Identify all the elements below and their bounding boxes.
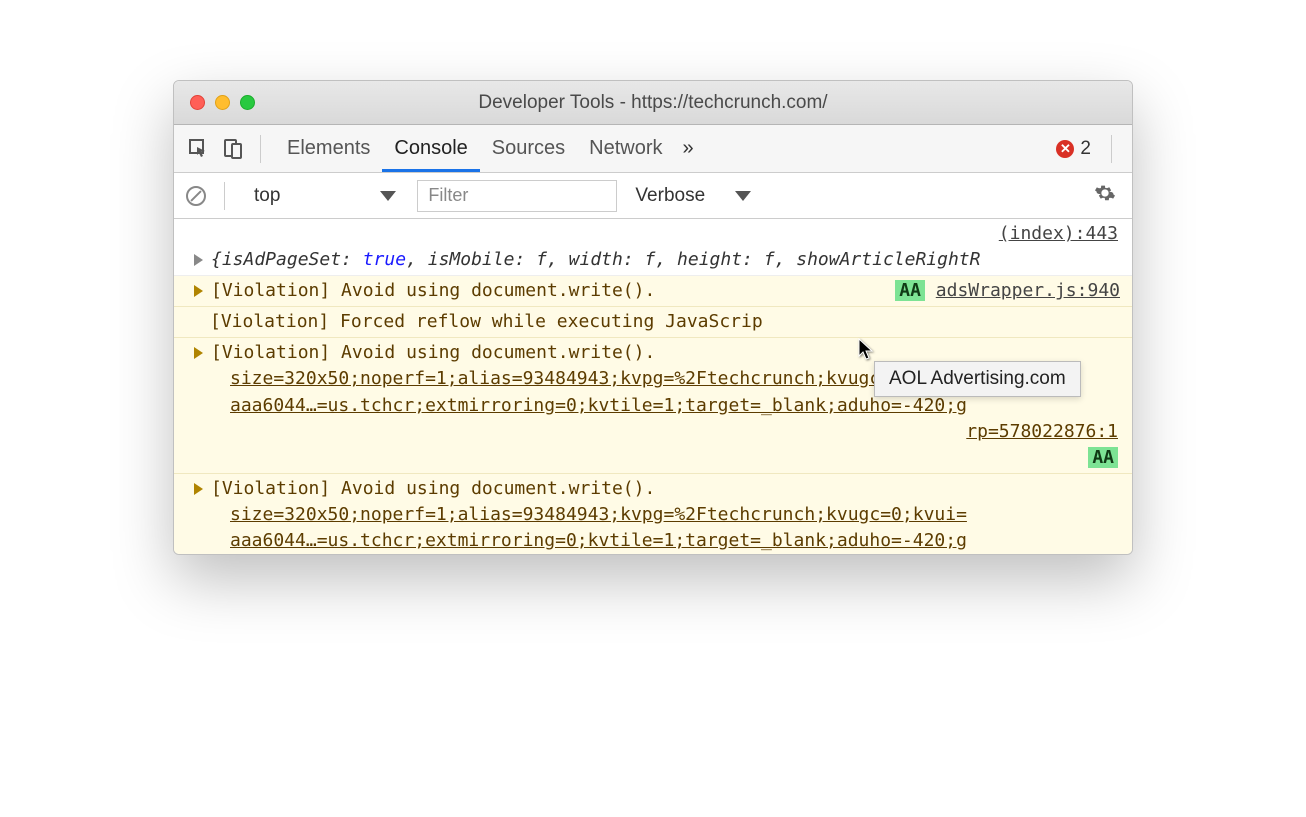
error-indicator[interactable]: ✕ 2 bbox=[1056, 138, 1097, 160]
log-level-value: Verbose bbox=[635, 185, 705, 207]
source-link[interactable]: aaa6044…=us.tchcr;extmirroring=0;kvtile=… bbox=[230, 395, 967, 416]
source-link[interactable]: adsWrapper.js:940 bbox=[936, 280, 1120, 301]
filter-input[interactable] bbox=[417, 180, 617, 212]
chevron-down-icon bbox=[735, 191, 751, 201]
console-row: [Violation] Forced reflow while executin… bbox=[174, 307, 1132, 338]
source-link[interactable]: aaa6044…=us.tchcr;extmirroring=0;kvtile=… bbox=[230, 530, 967, 551]
tabs-overflow-icon[interactable]: » bbox=[675, 137, 702, 160]
context-value: top bbox=[254, 185, 280, 207]
log-level-selector[interactable]: Verbose bbox=[627, 182, 759, 210]
inspect-icon[interactable] bbox=[186, 136, 212, 162]
log-message: [Violation] Avoid using document.write()… bbox=[211, 280, 655, 301]
source-link[interactable]: (index):443 bbox=[999, 223, 1118, 244]
tabbar: Elements Console Sources Network » ✕ 2 bbox=[174, 125, 1132, 173]
window-title: Developer Tools - https://techcrunch.com… bbox=[174, 92, 1132, 114]
attribution-badge[interactable]: AA bbox=[895, 280, 925, 301]
tab-network[interactable]: Network bbox=[577, 125, 674, 172]
disclosure-triangle-icon[interactable] bbox=[194, 347, 203, 359]
zoom-icon[interactable] bbox=[240, 95, 255, 110]
log-message: [Violation] Avoid using document.write()… bbox=[211, 478, 655, 499]
error-count: 2 bbox=[1080, 138, 1091, 160]
tab-sources[interactable]: Sources bbox=[480, 125, 577, 172]
source-link[interactable]: size=320x50;noperf=1;alias=93484943;kvpg… bbox=[230, 368, 967, 389]
source-link[interactable]: size=320x50;noperf=1;alias=93484943;kvpg… bbox=[230, 504, 967, 525]
disclosure-triangle-icon[interactable] bbox=[194, 254, 203, 266]
log-message: [Violation] Forced reflow while executin… bbox=[210, 311, 763, 332]
clear-console-icon[interactable] bbox=[186, 186, 206, 206]
log-object[interactable]: {isAdPageSet: true, isMobile: f, width: … bbox=[211, 249, 980, 270]
titlebar: Developer Tools - https://techcrunch.com… bbox=[174, 81, 1132, 125]
source-link[interactable]: rp=578022876:1 bbox=[966, 421, 1118, 442]
separator bbox=[224, 182, 225, 210]
disclosure-triangle-icon[interactable] bbox=[194, 483, 203, 495]
devtools-window: Developer Tools - https://techcrunch.com… bbox=[173, 80, 1133, 555]
disclosure-triangle-icon[interactable] bbox=[194, 285, 203, 297]
error-icon: ✕ bbox=[1056, 140, 1074, 158]
console-row: [Violation] Avoid using document.write()… bbox=[174, 276, 1132, 307]
attribution-tooltip: AOL Advertising.com bbox=[874, 361, 1081, 397]
device-toggle-icon[interactable] bbox=[220, 136, 246, 162]
tab-console[interactable]: Console bbox=[382, 125, 479, 172]
console-row: (index):443 {isAdPageSet: true, isMobile… bbox=[174, 219, 1132, 276]
traffic-lights bbox=[174, 95, 255, 110]
console-row: [Violation] Avoid using document.write()… bbox=[174, 474, 1132, 554]
attribution-badge[interactable]: AA bbox=[1088, 447, 1118, 468]
log-message: [Violation] Avoid using document.write()… bbox=[211, 342, 655, 363]
gear-icon[interactable] bbox=[1094, 182, 1120, 210]
console-row: [Violation] Avoid using document.write()… bbox=[174, 338, 1132, 473]
context-selector[interactable]: top bbox=[243, 181, 407, 211]
tab-elements[interactable]: Elements bbox=[275, 125, 382, 172]
console-toolbar: top Verbose bbox=[174, 173, 1132, 219]
minimize-icon[interactable] bbox=[215, 95, 230, 110]
separator bbox=[1111, 135, 1112, 163]
close-icon[interactable] bbox=[190, 95, 205, 110]
chevron-down-icon bbox=[380, 191, 396, 201]
separator bbox=[260, 135, 261, 163]
